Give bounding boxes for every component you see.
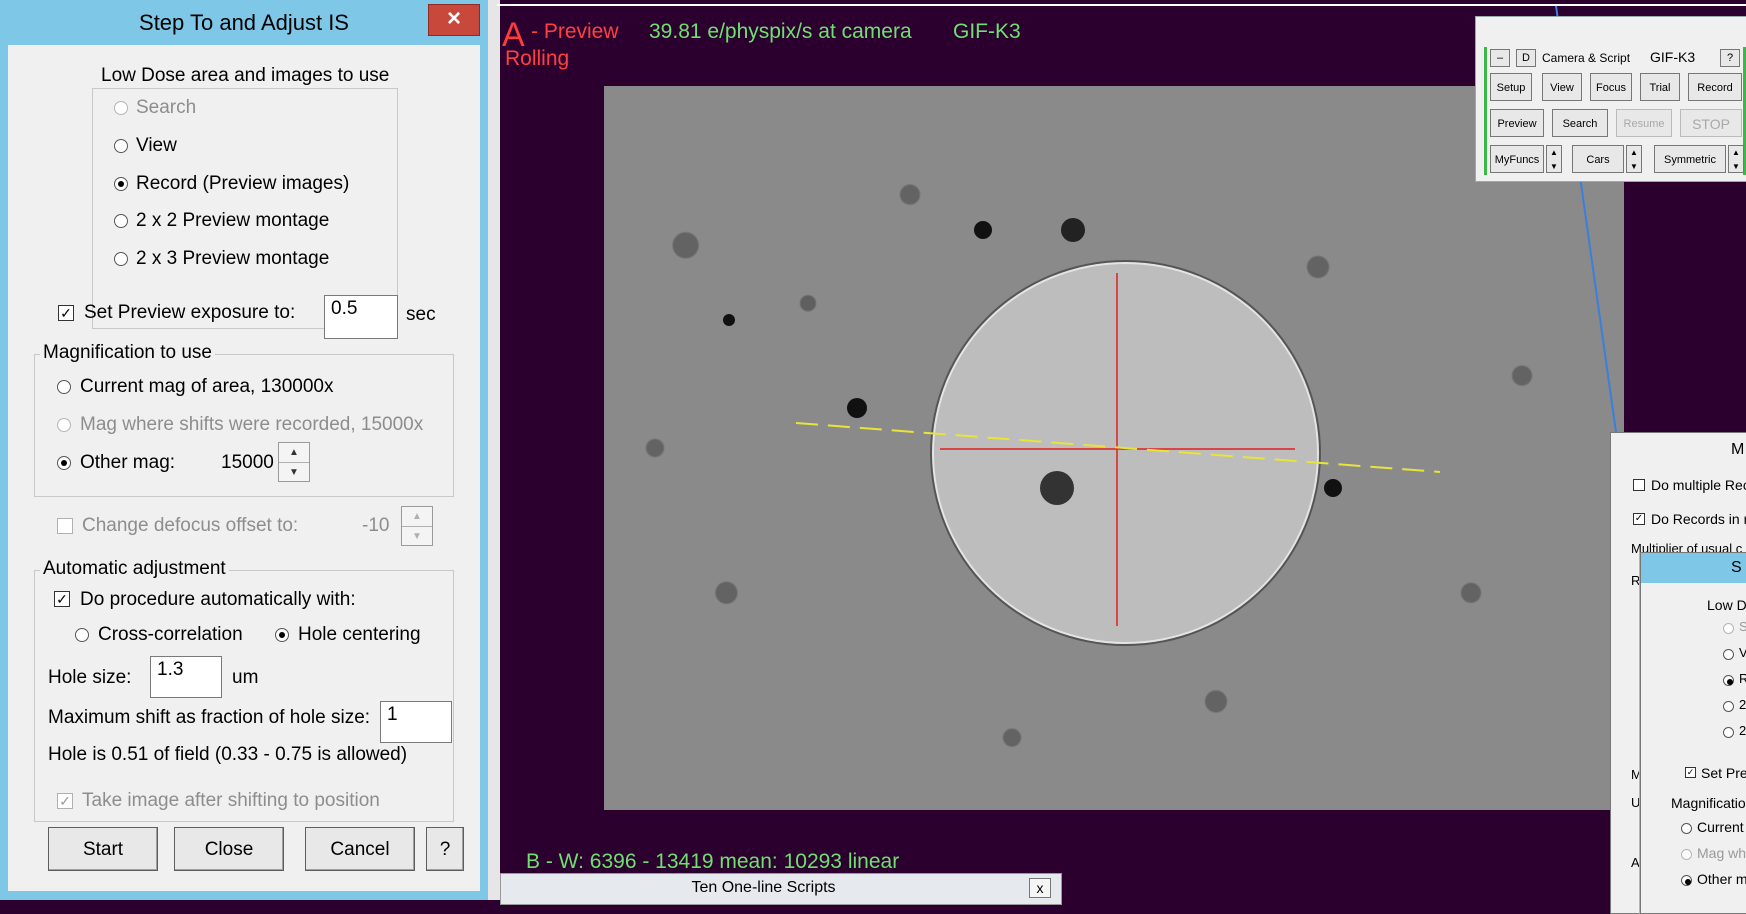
do-multiple-label: Do multiple Rec [1651, 477, 1746, 493]
record-button[interactable]: Record [1688, 73, 1742, 101]
copy-set-preview-label: Set Pre [1701, 765, 1746, 781]
camera-panel-camera: GIF-K3 [1650, 49, 1696, 65]
copy-radio-2x3[interactable] [1723, 727, 1734, 738]
one-line-scripts-window[interactable]: Ten One-line Scripts x [500, 873, 1062, 905]
copy-set-preview-checkbox[interactable]: ✓ [1685, 767, 1696, 778]
dark-particle [847, 398, 867, 418]
copy-radio-current[interactable] [1681, 823, 1692, 834]
copy-radio-mag-wh[interactable] [1681, 849, 1692, 860]
camera-script-panel: – D Camera & Script GIF-K3 ? Setup View … [1475, 16, 1746, 182]
do-records-label: Do Records in n [1651, 511, 1746, 527]
dark-particle [974, 221, 992, 239]
setup-button[interactable]: Setup [1490, 73, 1532, 101]
copy-option-view: V [1739, 645, 1746, 660]
copy-magnification-label: Magnificatio [1671, 795, 1746, 811]
copy-title: S [1731, 559, 1742, 576]
stop-button[interactable]: STOP [1680, 109, 1742, 137]
copy-radio-record[interactable] [1723, 675, 1734, 686]
do-records-checkbox[interactable]: ✓ [1633, 513, 1645, 525]
dock-button[interactable]: D [1516, 49, 1536, 67]
step-adjust-dialog-copy: S Low D S V R 2 2 ✓ Set Pre Magnificatio… [1640, 552, 1746, 914]
preview-button[interactable]: Preview [1490, 109, 1544, 137]
symmetric-button[interactable]: Symmetric [1654, 145, 1726, 173]
resume-button[interactable]: Resume [1616, 109, 1672, 137]
copy-option-2x3: 2 [1739, 723, 1746, 738]
myfuncs-spinner[interactable]: ▲ ▼ [1546, 145, 1562, 173]
status-bar-left [1484, 47, 1487, 175]
do-multiple-checkbox[interactable] [1633, 479, 1645, 491]
cars-button[interactable]: Cars [1572, 145, 1624, 173]
symmetric-spinner[interactable]: ▲ ▼ [1728, 145, 1744, 173]
dark-particle [1040, 471, 1074, 505]
copy-radio-view[interactable] [1723, 649, 1734, 660]
yellow-dashed-line [795, 422, 1441, 473]
copy-low-dose-label: Low D [1707, 597, 1746, 613]
focus-button[interactable]: Focus [1590, 73, 1632, 101]
myfuncs-button[interactable]: MyFuncs [1490, 145, 1544, 173]
copy-radio-2x2[interactable] [1723, 701, 1734, 712]
cars-spinner[interactable]: ▲ ▼ [1626, 145, 1642, 173]
copy-radio-search[interactable] [1723, 623, 1734, 634]
copy-option-2x2: 2 [1739, 697, 1746, 712]
camera-help-button[interactable]: ? [1720, 49, 1740, 67]
view-button[interactable]: View [1542, 73, 1582, 101]
trial-button[interactable]: Trial [1640, 73, 1680, 101]
copy-option-current: Current [1697, 819, 1744, 835]
r-label: R [1631, 573, 1641, 588]
copy-radio-other[interactable] [1681, 875, 1692, 886]
dark-particle [1324, 479, 1342, 497]
copy-option-other: Other m [1697, 871, 1746, 887]
dark-particle [1061, 218, 1085, 242]
scripts-title: Ten One-line Scripts [691, 879, 836, 896]
scripts-close-icon[interactable]: x [1029, 878, 1051, 898]
side-letter-u: U [1631, 795, 1641, 810]
search-button[interactable]: Search [1552, 109, 1608, 137]
side-letter-a: A [1631, 855, 1640, 870]
collapse-button[interactable]: – [1490, 49, 1510, 67]
copy-option-record: R [1739, 671, 1746, 686]
image-stats-text: B - W: 6396 - 13419 mean: 10293 linear [526, 850, 900, 873]
camera-panel-title: Camera & Script [1542, 51, 1631, 65]
multishot-title: M [1731, 441, 1745, 458]
copy-option-search: S [1739, 619, 1746, 634]
dark-particle [723, 314, 735, 326]
copy-option-mag-wh: Mag wh [1697, 845, 1746, 861]
